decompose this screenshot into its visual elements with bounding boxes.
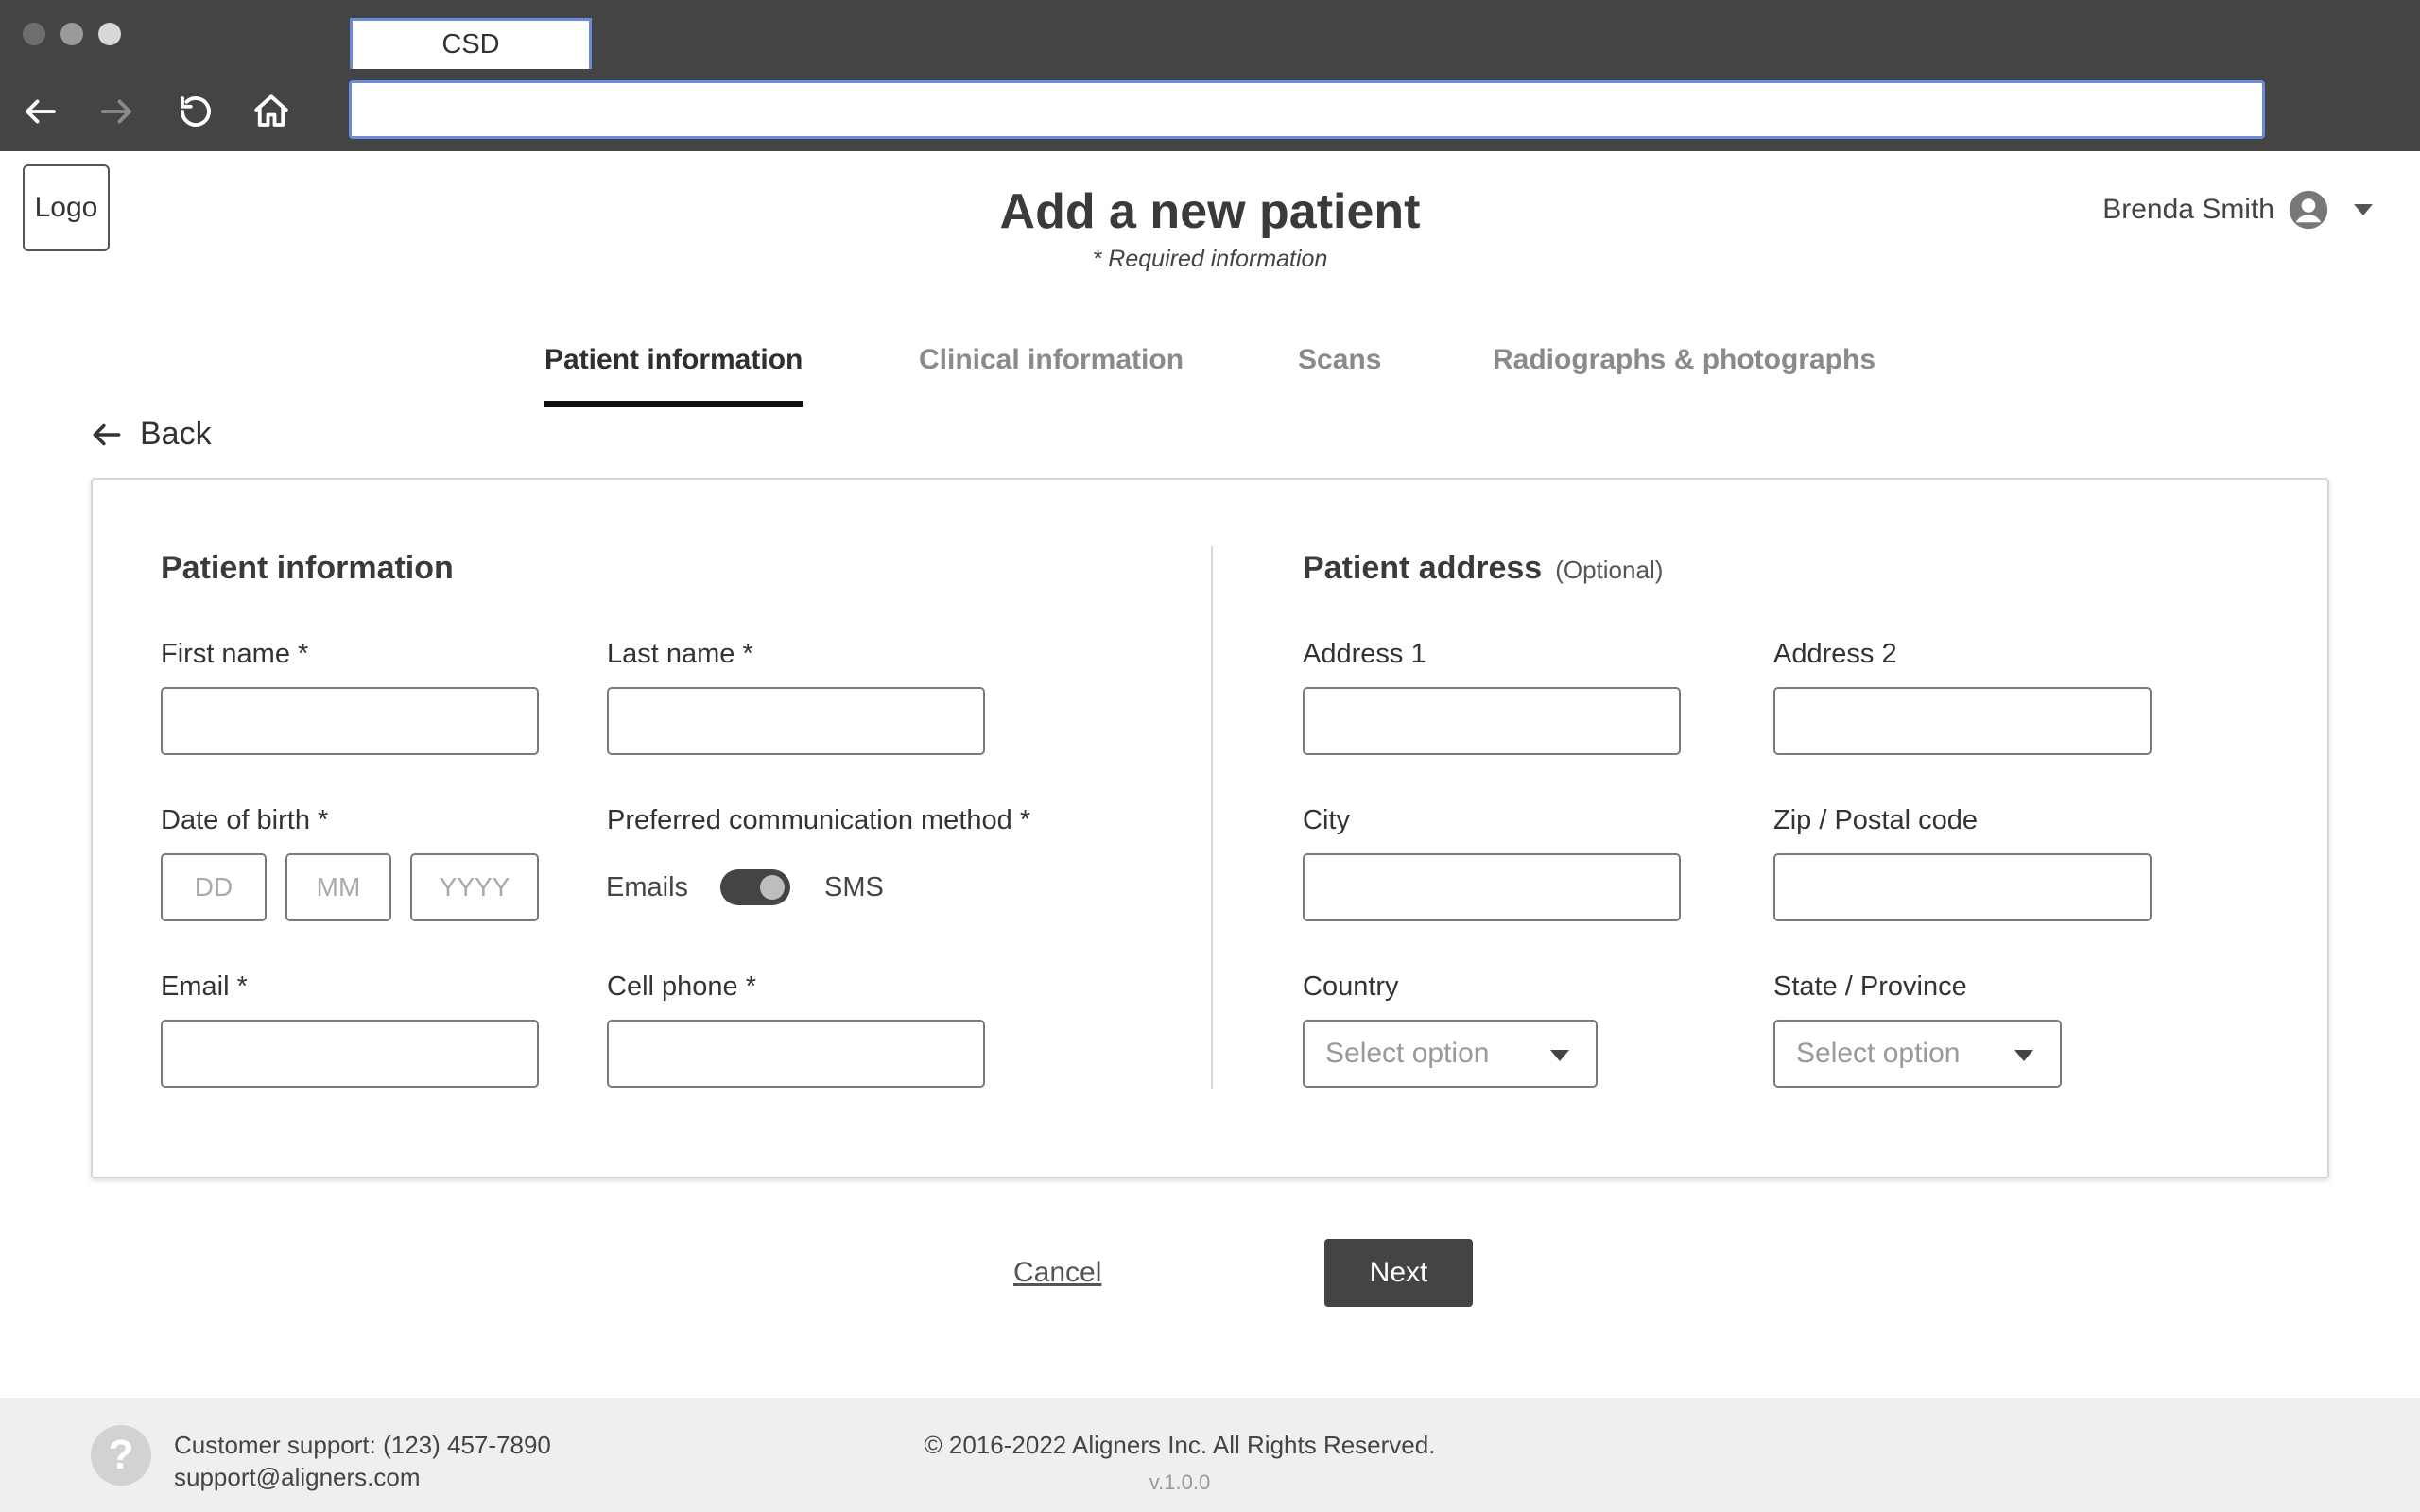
last-name-label: Last name * bbox=[607, 639, 753, 669]
back-nav-button[interactable] bbox=[19, 90, 62, 133]
comm-option-emails: Emails bbox=[606, 871, 689, 902]
country-select[interactable]: Select option bbox=[1303, 1020, 1598, 1088]
comm-option-sms: SMS bbox=[824, 871, 884, 902]
tab-radiographs-photographs[interactable]: Radiographs & photographs bbox=[1493, 344, 1876, 376]
state-select[interactable]: Select option bbox=[1773, 1020, 2062, 1088]
tab-clinical-information[interactable]: Clinical information bbox=[919, 344, 1184, 376]
tab-patient-information[interactable]: Patient information bbox=[544, 344, 804, 407]
caret-down-icon bbox=[1550, 1050, 1569, 1061]
dob-day-input[interactable] bbox=[161, 853, 267, 921]
user-menu[interactable]: Brenda Smith bbox=[2102, 189, 2373, 231]
dob-year-input[interactable] bbox=[410, 853, 539, 921]
reload-icon bbox=[181, 96, 211, 127]
window-close-dot[interactable] bbox=[23, 23, 45, 45]
step-tabs: Patient information Clinical information… bbox=[0, 344, 2420, 410]
first-name-label: First name * bbox=[161, 639, 309, 669]
cell-phone-input[interactable] bbox=[607, 1020, 985, 1088]
optional-note: (Optional) bbox=[1555, 556, 1664, 584]
date-of-birth-label: Date of birth * bbox=[161, 805, 329, 835]
last-name-input[interactable] bbox=[607, 687, 985, 755]
chevron-down-icon[interactable] bbox=[2354, 204, 2373, 215]
toggle-knob bbox=[760, 875, 786, 900]
zip-input[interactable] bbox=[1773, 853, 2152, 921]
patient-information-title: Patient information bbox=[161, 550, 454, 586]
patient-address-title-text: Patient address bbox=[1303, 550, 1543, 586]
next-button[interactable]: Next bbox=[1324, 1239, 1473, 1307]
arrow-left-icon bbox=[93, 423, 121, 445]
back-label: Back bbox=[140, 416, 212, 452]
version: v.1.0.0 bbox=[1149, 1470, 1211, 1494]
required-note: * Required information bbox=[1092, 246, 1328, 272]
browser-chrome: CSD bbox=[0, 0, 2420, 151]
cancel-link[interactable]: Cancel bbox=[1013, 1257, 1101, 1289]
home-icon bbox=[254, 94, 288, 127]
page-title: Add a new patient bbox=[999, 184, 1421, 239]
forward-nav-button[interactable] bbox=[95, 90, 138, 133]
window-maximize-dot[interactable] bbox=[98, 23, 121, 45]
arrow-left-icon bbox=[26, 99, 56, 124]
zip-label: Zip / Postal code bbox=[1773, 805, 1978, 835]
address1-label: Address 1 bbox=[1303, 639, 1426, 669]
browser-tab[interactable]: CSD bbox=[350, 18, 592, 69]
address2-input[interactable] bbox=[1773, 687, 2152, 755]
dob-month-input[interactable] bbox=[285, 853, 391, 921]
browser-tab-title: CSD bbox=[441, 29, 500, 60]
user-avatar-icon bbox=[2288, 189, 2329, 231]
reload-button[interactable] bbox=[174, 90, 217, 133]
arrow-right-icon bbox=[101, 99, 131, 124]
state-select-value: Select option bbox=[1796, 1038, 1961, 1069]
country-select-value: Select option bbox=[1325, 1038, 1490, 1069]
communication-toggle-row: Emails SMS bbox=[606, 869, 884, 905]
country-label: Country bbox=[1303, 971, 1399, 1002]
window-minimize-dot[interactable] bbox=[60, 23, 83, 45]
city-input[interactable] bbox=[1303, 853, 1681, 921]
user-name: Brenda Smith bbox=[2102, 194, 2274, 225]
cell-phone-label: Cell phone * bbox=[607, 971, 756, 1002]
communication-toggle[interactable] bbox=[720, 869, 791, 905]
section-divider bbox=[1211, 546, 1213, 1089]
back-link[interactable]: Back bbox=[89, 416, 212, 453]
address-bar[interactable] bbox=[349, 80, 2265, 139]
caret-down-icon bbox=[2014, 1050, 2033, 1061]
tab-scans[interactable]: Scans bbox=[1298, 344, 1381, 376]
copyright: © 2016-2022 Aligners Inc. All Rights Res… bbox=[924, 1431, 1436, 1459]
home-button[interactable] bbox=[250, 90, 293, 133]
email-label: Email * bbox=[161, 971, 248, 1002]
state-label: State / Province bbox=[1773, 971, 1967, 1002]
patient-address-title: Patient address (Optional) bbox=[1303, 550, 1663, 587]
communication-method-label: Preferred communication method * bbox=[607, 805, 1031, 835]
address2-label: Address 2 bbox=[1773, 639, 1897, 669]
email-input[interactable] bbox=[161, 1020, 539, 1088]
address1-input[interactable] bbox=[1303, 687, 1681, 755]
first-name-input[interactable] bbox=[161, 687, 539, 755]
city-label: City bbox=[1303, 805, 1350, 835]
